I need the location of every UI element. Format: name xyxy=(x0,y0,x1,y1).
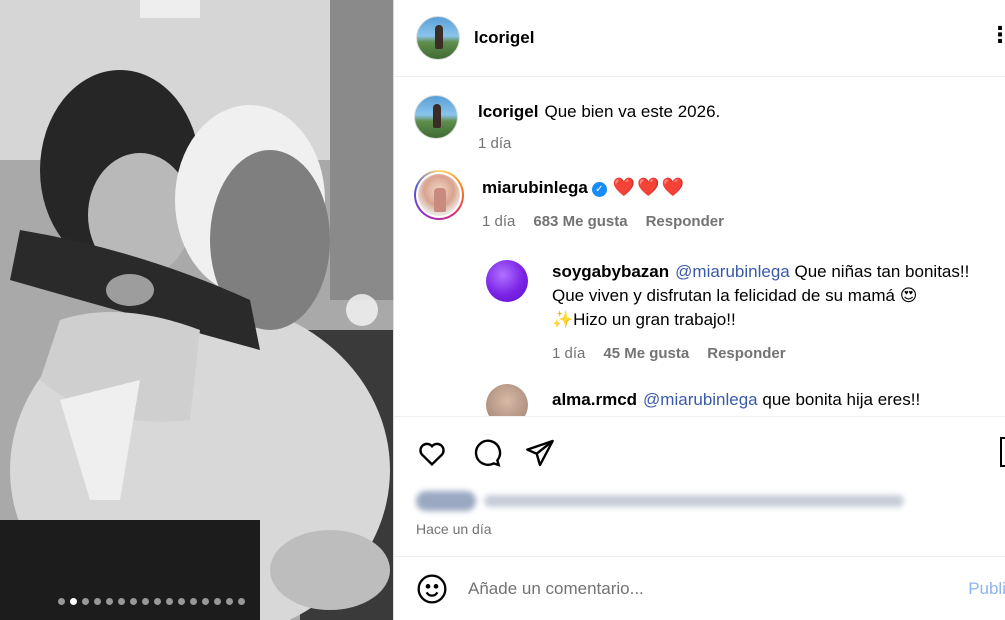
reply-text-line1: Que niñas tan bonitas!! xyxy=(794,262,970,281)
author-avatar[interactable] xyxy=(416,16,460,60)
instagram-post-view: lcorigel ⋮ lcorigel Que bien va este 2026… xyxy=(0,0,1005,620)
story-ring[interactable] xyxy=(414,170,464,220)
reply-text-line3: ✨Hizo un gran trabajo!! xyxy=(552,310,736,329)
replier-avatar[interactable] xyxy=(486,384,528,417)
post-actions: Hace un día xyxy=(394,416,1005,556)
post-panel: lcorigel ⋮ lcorigel Que bien va este 2026… xyxy=(393,0,1005,620)
share-icon[interactable] xyxy=(524,437,556,469)
reply-likes[interactable]: 45 Me gusta xyxy=(603,342,689,366)
emoji-icon[interactable] xyxy=(416,573,448,605)
reply-username[interactable]: soygabybazan xyxy=(552,262,669,281)
reply-mention[interactable]: @miarubinlega xyxy=(643,390,758,409)
post-comment-button[interactable]: Publi xyxy=(968,579,1005,599)
comment: miarubinlega ✓ ❤️❤️❤️ 1 día 683 Me gusta R… xyxy=(394,170,1005,234)
post-photo[interactable] xyxy=(0,0,393,620)
reply: soygabybazan @miarubinlega Que niñas tan … xyxy=(394,260,1005,366)
comments-list: lcorigel Que bien va este 2026. 1 día mia… xyxy=(394,77,1005,417)
carousel-dot xyxy=(70,598,77,605)
post-header: lcorigel ⋮ xyxy=(394,0,1005,77)
carousel-dot xyxy=(190,598,197,605)
caption: lcorigel Que bien va este 2026. 1 día xyxy=(394,95,1005,156)
carousel-dot xyxy=(202,598,209,605)
carousel-dot xyxy=(226,598,233,605)
reply: alma.rmcd @miarubinlega que bonita hija e… xyxy=(394,384,1005,417)
carousel-dot xyxy=(118,598,125,605)
replier-avatar[interactable] xyxy=(486,260,528,302)
caption-text: Que bien va este 2026. xyxy=(544,102,721,121)
commenter-avatar xyxy=(418,174,460,216)
carousel-dot xyxy=(82,598,89,605)
caption-avatar[interactable] xyxy=(414,95,458,139)
caption-username[interactable]: lcorigel xyxy=(478,102,538,121)
carousel-dot xyxy=(142,598,149,605)
comment-text: ❤️❤️❤️ xyxy=(612,177,687,197)
author-username[interactable]: lcorigel xyxy=(474,28,534,48)
bookmark-icon[interactable] xyxy=(1000,437,1005,467)
more-icon[interactable]: ⋮ xyxy=(989,22,1005,48)
post-time[interactable]: Hace un día xyxy=(416,521,1005,537)
verified-badge-icon: ✓ xyxy=(591,182,607,197)
carousel-dot xyxy=(130,598,137,605)
carousel-dot xyxy=(166,598,173,605)
add-comment-bar: Añade un comentario... Publi xyxy=(394,556,1005,620)
carousel-indicator xyxy=(58,598,245,605)
comment-time[interactable]: 1 día xyxy=(482,210,515,234)
reply-text-line2: Que viven y disfrutan la felicidad de su… xyxy=(552,286,918,305)
reply-mention[interactable]: @miarubinlega xyxy=(675,262,790,281)
likes-summary-blurred xyxy=(416,489,1005,513)
reply-username[interactable]: alma.rmcd xyxy=(552,390,637,409)
caption-time[interactable]: 1 día xyxy=(478,132,511,156)
heart-icon[interactable] xyxy=(416,437,448,469)
reply-button[interactable]: Responder xyxy=(707,342,785,366)
comment-icon[interactable] xyxy=(470,437,502,469)
carousel-dot xyxy=(106,598,113,605)
carousel-dot xyxy=(214,598,221,605)
reply-text: que bonita hija eres!! xyxy=(762,390,921,409)
comment-username[interactable]: miarubinlega xyxy=(482,178,588,197)
carousel-dot xyxy=(154,598,161,605)
photo-illustration xyxy=(0,0,393,620)
carousel-dot xyxy=(94,598,101,605)
carousel-dot xyxy=(178,598,185,605)
carousel-dot xyxy=(238,598,245,605)
comment-input[interactable]: Añade un comentario... xyxy=(468,579,644,599)
comment-likes[interactable]: 683 Me gusta xyxy=(533,210,627,234)
carousel-dot xyxy=(58,598,65,605)
reply-time[interactable]: 1 día xyxy=(552,342,585,366)
reply-button[interactable]: Responder xyxy=(646,210,724,234)
